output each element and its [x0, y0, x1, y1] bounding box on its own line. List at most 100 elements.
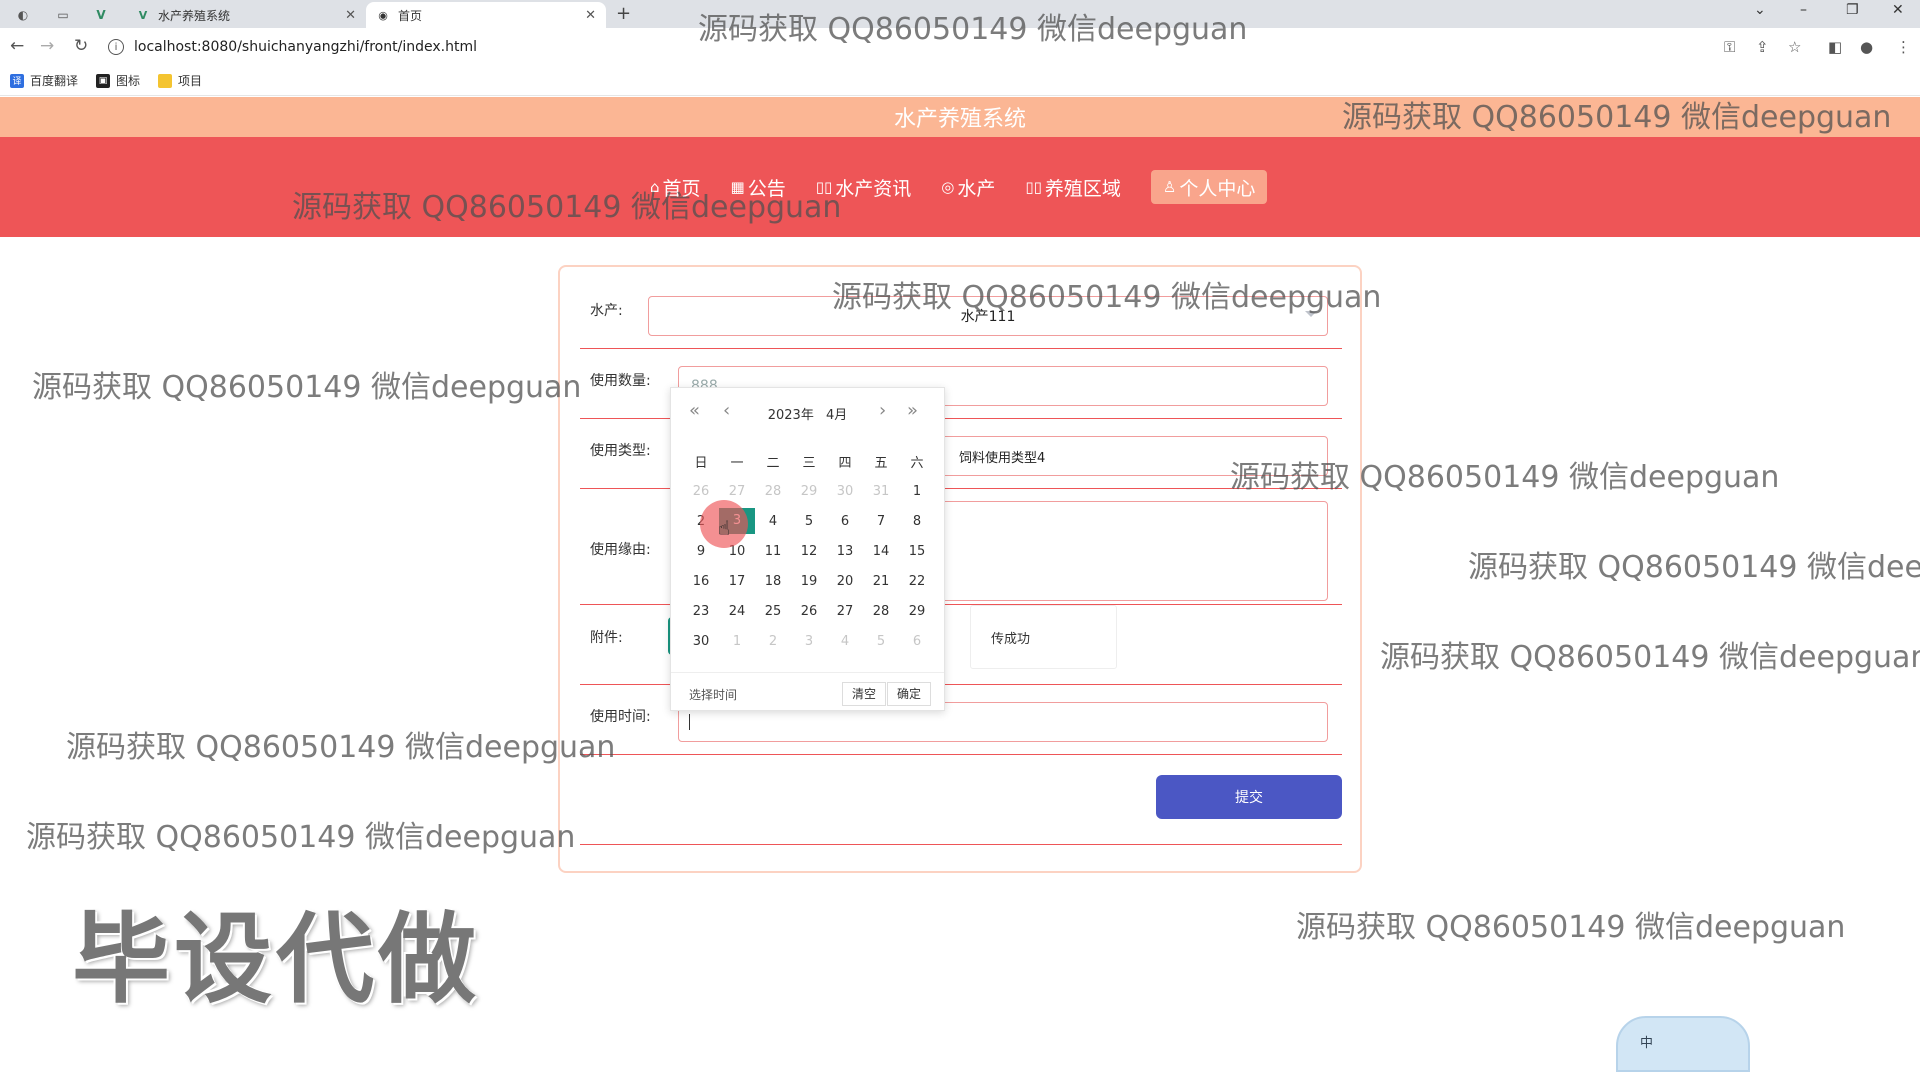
- tab-aquaculture-system[interactable]: V 水产养殖系统 ✕: [126, 2, 366, 28]
- field-label: 附件:: [590, 630, 623, 646]
- watermark: 源码获取 QQ86050149 微信deepguan: [698, 12, 1248, 47]
- calendar-day[interactable]: 2: [755, 634, 791, 649]
- site-info-icon[interactable]: i: [108, 39, 124, 55]
- selected-value: 饲料使用类型4: [959, 450, 1046, 466]
- calendar-day[interactable]: 31: [863, 484, 899, 499]
- globe-icon: ◉: [378, 8, 388, 22]
- translate-icon: 译: [10, 73, 24, 88]
- calendar-day[interactable]: 11: [755, 544, 791, 559]
- calendar-day[interactable]: 26: [683, 484, 719, 499]
- nav-farming-area[interactable]: ▯▯ 养殖区域: [1025, 174, 1121, 201]
- reload-icon[interactable]: ↻: [74, 36, 88, 56]
- weekday-label: 三: [802, 455, 816, 471]
- calendar-day[interactable]: 13: [827, 544, 863, 559]
- restore-button[interactable]: ❐: [1846, 2, 1859, 18]
- calendar-day[interactable]: 17: [719, 574, 755, 589]
- next-month-icon[interactable]: ›: [879, 400, 886, 421]
- share-icon[interactable]: ⇪: [1756, 38, 1769, 56]
- close-window-button[interactable]: ✕: [1892, 2, 1904, 18]
- key-icon[interactable]: ⚿: [1724, 38, 1735, 56]
- upload-tooltip: 传成功: [970, 605, 1117, 669]
- calendar-day[interactable]: 18: [755, 574, 791, 589]
- calendar-day[interactable]: 1: [899, 484, 935, 499]
- month-label[interactable]: 4月: [826, 408, 847, 423]
- calendar-day[interactable]: 16: [683, 574, 719, 589]
- close-icon[interactable]: ✕: [345, 8, 356, 23]
- new-tab-button[interactable]: +: [616, 3, 631, 24]
- nav-label: 水产资讯: [835, 177, 912, 200]
- calendar-day[interactable]: 6: [899, 634, 935, 649]
- calendar-day[interactable]: 30: [683, 634, 719, 649]
- calendar-day[interactable]: 29: [791, 484, 827, 499]
- profile-icon[interactable]: ●: [1860, 38, 1873, 56]
- url-text: localhost:8080/shuichanyangzhi/front/ind…: [134, 39, 477, 55]
- tab-search-icon[interactable]: ⌄: [1754, 2, 1766, 18]
- bookmark-label: 项目: [178, 74, 203, 88]
- confirm-button[interactable]: 确定: [887, 682, 932, 706]
- side-panel-icon[interactable]: ◧: [1828, 38, 1842, 56]
- nav-personal-center[interactable]: ♙ 个人中心: [1150, 170, 1268, 204]
- calendar-day[interactable]: 21: [863, 574, 899, 589]
- calendar-day[interactable]: 3: [791, 634, 827, 649]
- year-label[interactable]: 2023年: [768, 408, 814, 423]
- calendar-day[interactable]: 20: [827, 574, 863, 589]
- calendar-day[interactable]: 14: [863, 544, 899, 559]
- calendar-day[interactable]: 24: [719, 604, 755, 619]
- github-icon[interactable]: ◐: [8, 4, 38, 26]
- bookmark-label: 百度翻译: [30, 74, 79, 88]
- star-icon[interactable]: ☆: [1788, 38, 1801, 56]
- clear-button[interactable]: 清空: [842, 682, 887, 706]
- nav-aquatic[interactable]: ◎ 水产: [941, 174, 995, 201]
- field-label: 水产:: [590, 303, 623, 319]
- pinned-tab-icon[interactable]: ▭: [48, 4, 78, 26]
- calendar-day[interactable]: 27: [827, 604, 863, 619]
- calendar-day[interactable]: 22: [899, 574, 935, 589]
- weekday-label: 日: [694, 455, 708, 471]
- calendar-day[interactable]: 19: [791, 574, 827, 589]
- calendar-week: 30 1 2 3 4 5 6: [683, 626, 935, 656]
- bookmark-baidu-translate[interactable]: 译 百度翻译: [10, 72, 78, 89]
- aquatic-icon: ◎: [941, 178, 955, 196]
- calendar-day[interactable]: 26: [791, 604, 827, 619]
- calendar-day[interactable]: 29: [899, 604, 935, 619]
- bookmark-project[interactable]: 项目: [158, 72, 202, 89]
- vue-logo-icon: V: [138, 8, 148, 22]
- calendar-day[interactable]: 23: [683, 604, 719, 619]
- vue-logo-icon[interactable]: V: [86, 4, 116, 26]
- bookmark-icons[interactable]: ▣ 图标: [96, 72, 140, 89]
- calendar-day[interactable]: 4: [755, 514, 791, 529]
- big-watermark: 毕设代做: [72, 903, 481, 1017]
- calendar-day[interactable]: 30: [827, 484, 863, 499]
- calendar-grid: 日 一 二 三 四 五 六 26272829303112345678910111…: [683, 446, 935, 656]
- calendar-day[interactable]: 28: [863, 604, 899, 619]
- ime-indicator[interactable]: 中: [1616, 1016, 1750, 1072]
- calendar-day[interactable]: 5: [863, 634, 899, 649]
- calendar-day[interactable]: 7: [863, 514, 899, 529]
- hand-cursor-icon: ☝: [718, 516, 731, 540]
- calendar-day[interactable]: 27: [719, 484, 755, 499]
- calendar-day[interactable]: 1: [719, 634, 755, 649]
- close-icon[interactable]: ✕: [585, 8, 596, 23]
- nav-label: 水产: [957, 177, 996, 200]
- weekday-header: 日 一 二 三 四 五 六: [683, 446, 935, 476]
- submit-button[interactable]: 提交: [1156, 775, 1342, 819]
- nav-label: 个人中心: [1179, 177, 1256, 200]
- back-icon[interactable]: ←: [10, 36, 24, 56]
- kebab-menu-icon[interactable]: ⋮: [1896, 38, 1911, 56]
- calendar-week: 16 17 18 19 20 21 22: [683, 566, 935, 596]
- next-year-icon[interactable]: »: [907, 400, 918, 421]
- calendar-day[interactable]: 5: [791, 514, 827, 529]
- calendar-day[interactable]: 25: [755, 604, 791, 619]
- calendar-day[interactable]: 15: [899, 544, 935, 559]
- watermark: 源码获取 QQ86050149 微信deepguan: [1230, 460, 1780, 495]
- select-time-link[interactable]: 选择时间: [689, 686, 737, 703]
- calendar-day[interactable]: 4: [827, 634, 863, 649]
- calendar-day[interactable]: 8: [899, 514, 935, 529]
- tab-home[interactable]: ◉ 首页 ✕: [366, 2, 606, 28]
- calendar-day[interactable]: 6: [827, 514, 863, 529]
- minimize-button[interactable]: –: [1800, 2, 1807, 18]
- calendar-day[interactable]: 28: [755, 484, 791, 499]
- calendar-day[interactable]: 12: [791, 544, 827, 559]
- field-label: 使用类型:: [590, 443, 651, 459]
- forward-icon[interactable]: →: [40, 36, 54, 56]
